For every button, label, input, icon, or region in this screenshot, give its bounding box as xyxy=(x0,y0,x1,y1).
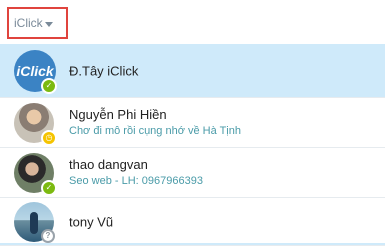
contact-item[interactable]: ? tony Vũ xyxy=(0,198,385,246)
unknown-status-icon: ? xyxy=(41,228,55,243)
online-status-icon: ✓ xyxy=(41,179,57,196)
contact-item[interactable]: iClick ✓ Đ.Tây iClick xyxy=(0,44,385,98)
contact-item[interactable]: ◷ Nguyễn Phi Hiền Chơ đi mô rồi cụng nhớ… xyxy=(0,98,385,148)
contact-name: Nguyễn Phi Hiền xyxy=(69,107,167,122)
contact-name: tony Vũ xyxy=(69,214,114,229)
contact-name: thao dangvan xyxy=(69,157,148,172)
contact-mood-message: Chơ đi mô rồi cụng nhớ về Hà Tịnh xyxy=(69,125,241,137)
group-dropdown[interactable]: iClick xyxy=(7,7,68,39)
online-status-icon: ✓ xyxy=(41,77,57,94)
contact-list: iClick ✓ Đ.Tây iClick ◷ Nguyễn Phi Hiền … xyxy=(0,44,385,246)
chevron-down-icon xyxy=(44,21,53,27)
contact-name: Đ.Tây iClick xyxy=(69,63,139,78)
contact-mood-message: Seo web - LH: 0967966393 xyxy=(69,175,203,187)
avatar-text: iClick xyxy=(16,62,54,79)
group-dropdown-label: iClick xyxy=(14,16,43,30)
contacts-header: iClick xyxy=(0,0,385,44)
contact-item[interactable]: ✓ thao dangvan Seo web - LH: 0967966393 xyxy=(0,148,385,198)
away-status-icon: ◷ xyxy=(41,129,57,146)
